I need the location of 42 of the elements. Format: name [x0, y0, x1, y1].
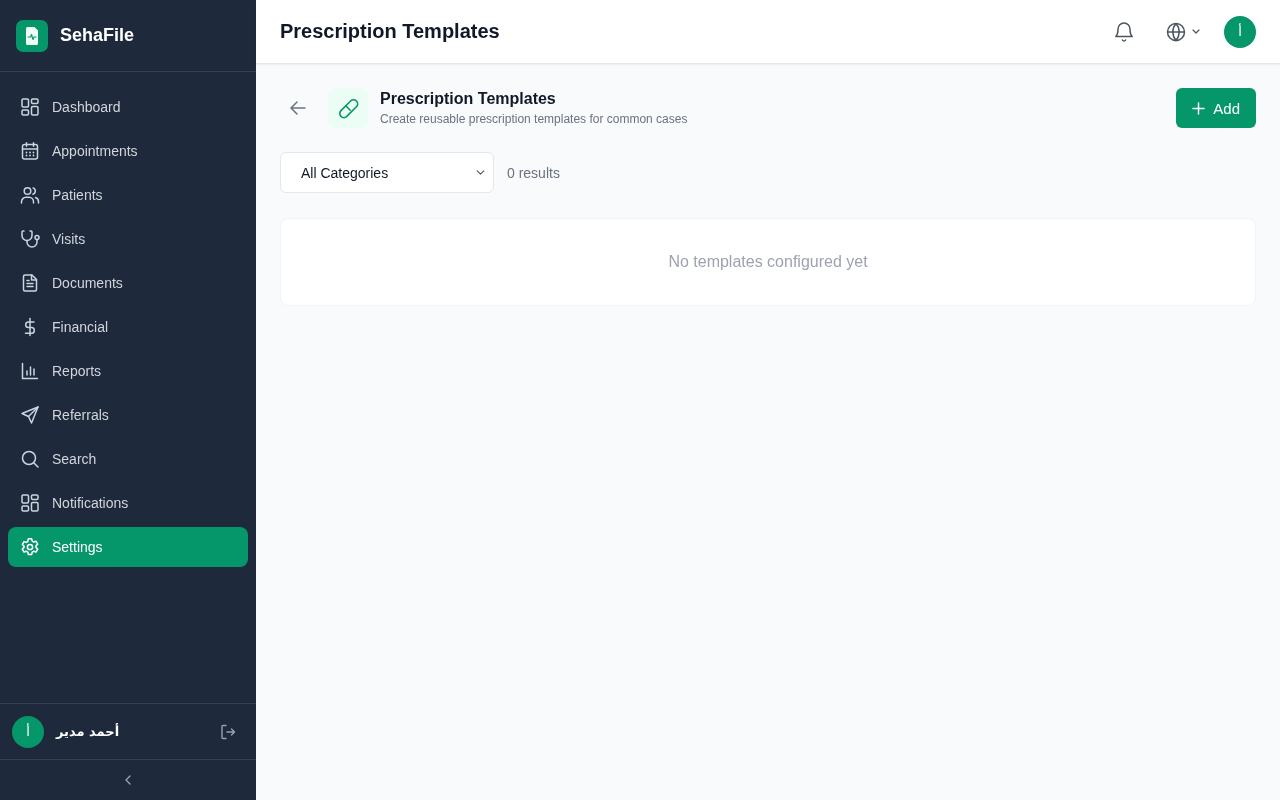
- result-count: 0 results: [507, 164, 560, 181]
- globe-icon: [1166, 21, 1186, 42]
- logo-icon: [16, 19, 48, 52]
- dashboard-grid-icon: [20, 97, 40, 117]
- add-button[interactable]: Add: [1176, 88, 1256, 128]
- sidebar-nav-item[interactable]: Notifications: [8, 483, 248, 523]
- chevron-left-icon: [125, 775, 131, 785]
- settings-icon: [20, 537, 40, 557]
- paper-plane-icon: [20, 405, 40, 425]
- arrow-left-icon: [290, 101, 306, 115]
- chevron-down-icon: [476, 170, 485, 175]
- bell-icon: [1115, 21, 1133, 42]
- sidebar-nav-item[interactable]: Dashboard: [8, 87, 248, 127]
- chevron-down-icon: [1192, 29, 1200, 34]
- category-select[interactable]: All Categories: [280, 152, 494, 193]
- sidebar-nav-item[interactable]: Financial: [8, 307, 248, 347]
- sidebar-nav-item[interactable]: Search: [8, 439, 248, 479]
- section-subtitle: Create reusable prescription templates for common cases: [380, 111, 689, 127]
- user-avatar: أ: [12, 715, 44, 748]
- grid-icon: [20, 493, 40, 513]
- document-icon: [20, 273, 40, 293]
- bar-chart-icon: [20, 361, 40, 381]
- pill-icon: [328, 88, 368, 128]
- stethoscope-icon: [20, 229, 40, 249]
- people-icon: [20, 185, 40, 205]
- sidebar-nav-item[interactable]: Settings: [8, 527, 248, 567]
- empty-state-message: No templates configured yet: [668, 253, 868, 271]
- user-name: أحمد مدير: [56, 724, 121, 739]
- profile-avatar-button[interactable]: أ: [1224, 15, 1256, 48]
- sidebar-nav-item[interactable]: Referrals: [8, 395, 248, 435]
- plus-icon: [1192, 101, 1206, 115]
- section-title: Prescription Templates: [380, 89, 557, 109]
- sidebar-nav-item[interactable]: Appointments: [8, 131, 248, 171]
- search-icon: [20, 449, 40, 469]
- sidebar-nav-item[interactable]: Documents: [8, 263, 248, 303]
- page-title: Prescription Templates: [280, 20, 500, 43]
- sidebar-nav-item[interactable]: Visits: [8, 219, 248, 259]
- sidebar-nav-item[interactable]: Patients: [8, 175, 248, 215]
- calendar-icon: [20, 141, 40, 161]
- sidebar-nav-item[interactable]: Reports: [8, 351, 248, 391]
- brand-name: SehaFile: [60, 25, 135, 46]
- logout-icon: [220, 723, 236, 740]
